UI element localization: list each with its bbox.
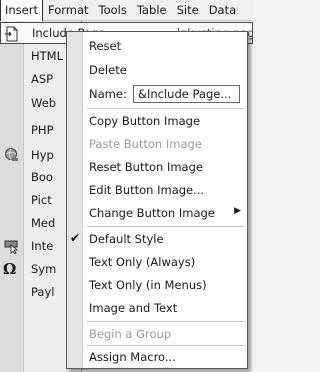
copy-button-image-label: Copy Button Image (89, 114, 201, 128)
menu-data[interactable]: Data (204, 0, 241, 21)
begin-group-item[interactable]: Begin a Group (67, 323, 247, 345)
menu-format[interactable]: Format (43, 0, 94, 21)
text-only-always-item[interactable]: Text Only (Always) (67, 251, 247, 273)
menu-site[interactable]: Site (172, 0, 204, 21)
insert-item-label: PHP (31, 123, 54, 137)
paste-button-image-item[interactable]: Paste Button Image (67, 133, 247, 155)
name-label: Name: (89, 87, 127, 101)
paste-button-image-label: Paste Button Image (89, 137, 202, 151)
omega-symbol-icon: Ω (3, 260, 17, 278)
reset-button-image-item[interactable]: Reset Button Image (67, 156, 247, 178)
assign-macro-item[interactable]: Assign Macro... (67, 346, 247, 368)
image-and-text-item[interactable]: Image and Text (67, 297, 247, 319)
interactive-button-icon (3, 238, 20, 255)
menu-tools[interactable]: Tools (94, 0, 132, 21)
insert-item-label: Payl (31, 285, 55, 299)
copy-button-image-item[interactable]: Copy Button Image (67, 110, 247, 132)
name-field[interactable]: &Include Page... (133, 85, 240, 103)
image-and-text-label: Image and Text (89, 301, 178, 315)
include-page-icon (4, 26, 21, 42)
reset-item[interactable]: Reset (67, 35, 247, 57)
submenu-arrow-icon: ▶ (234, 206, 241, 216)
delete-label: Delete (89, 63, 127, 77)
menu-table[interactable]: Table (132, 0, 172, 21)
delete-item[interactable]: Delete (67, 59, 247, 81)
insert-item-label: Med (31, 216, 56, 230)
insert-item-label: Web (31, 96, 57, 110)
separator (87, 226, 245, 227)
reset-label: Reset (89, 39, 122, 53)
separator (87, 321, 245, 322)
separator (87, 108, 245, 109)
text-only-menus-label: Text Only (in Menus) (89, 278, 207, 292)
reset-button-image-label: Reset Button Image (89, 160, 203, 174)
assign-macro-label: Assign Macro... (89, 350, 176, 364)
insert-item-label: ASP (31, 72, 54, 86)
insert-item-label: Sym (31, 262, 57, 276)
menu-bar: Insert Format Tools Table Site Data (0, 0, 253, 21)
change-button-image-item[interactable]: Change Button Image ▶ (67, 202, 247, 224)
edit-button-image-label: Edit Button Image... (89, 183, 205, 197)
edit-button-image-item[interactable]: Edit Button Image... (67, 179, 247, 201)
checkmark-icon: ✔ (70, 231, 81, 245)
customize-context-menu: Reset Delete Name: &Include Page... Copy… (66, 31, 248, 369)
text-only-always-label: Text Only (Always) (89, 255, 196, 269)
insert-item-label: Inte (31, 239, 54, 253)
name-row: Name: &Include Page... (67, 83, 247, 105)
screen: Insert Format Tools Table Site Data Incl… (0, 0, 253, 372)
insert-item-label: Boo (31, 170, 53, 184)
hyperlink-globe-icon (3, 147, 20, 163)
insert-item-label: Hyp (31, 148, 54, 162)
text-only-menus-item[interactable]: Text Only (in Menus) (67, 274, 247, 296)
change-button-image-label: Change Button Image (89, 206, 215, 220)
insert-item-label: Pict (31, 193, 52, 207)
insert-item-label: HTML (31, 49, 64, 63)
begin-group-label: Begin a Group (89, 327, 172, 341)
menu-insert[interactable]: Insert (0, 0, 43, 21)
default-style-item[interactable]: ✔ Default Style (67, 228, 247, 250)
default-style-label: Default Style (89, 232, 164, 246)
